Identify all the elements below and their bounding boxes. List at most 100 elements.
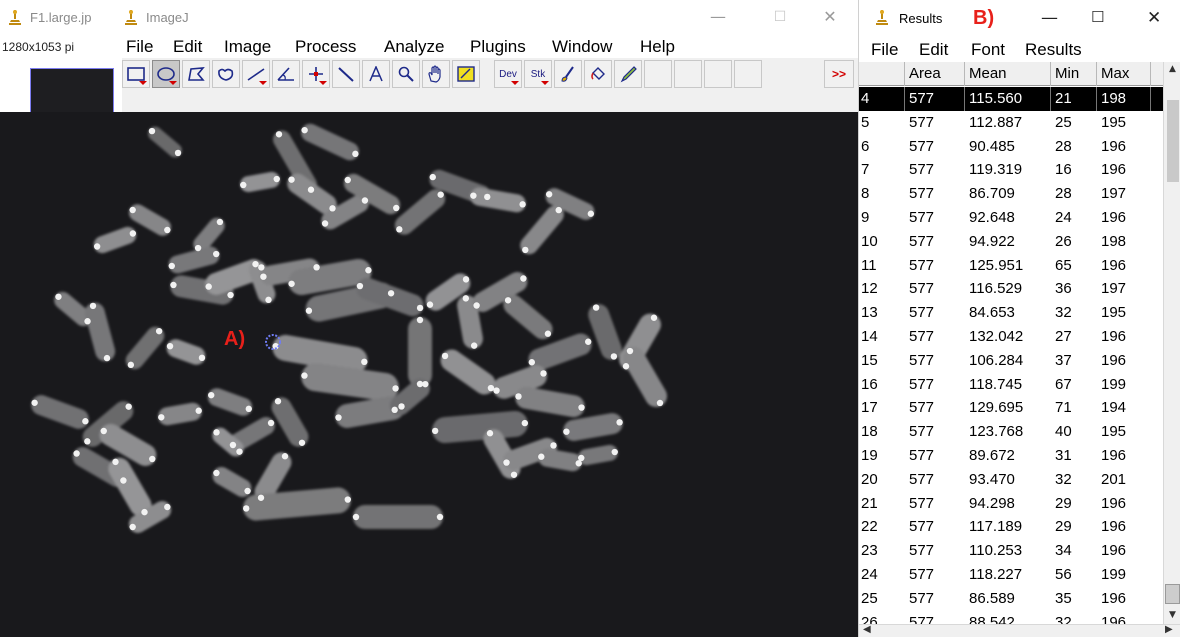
table-row[interactable]: 16 577 118.745 67 199 (859, 373, 1163, 397)
telomere-dot (520, 275, 527, 282)
table-cell: 119.319 (969, 161, 1023, 179)
menu-analyze[interactable]: Analyze (384, 37, 444, 57)
scroll-left-arrow-icon[interactable]: ◀ (863, 624, 871, 635)
results-menu-file[interactable]: File (871, 40, 898, 60)
telomere-dot (149, 455, 156, 463)
results-close-button[interactable]: ✕ (1147, 8, 1161, 28)
empty-tool-slot[interactable] (704, 60, 732, 88)
flood-fill-icon[interactable] (584, 60, 612, 88)
table-row[interactable]: 23 577 110.253 34 196 (859, 539, 1163, 563)
scroll-down-arrow-icon[interactable]: ▼ (1169, 610, 1176, 620)
dev-menu-button[interactable]: Dev (494, 60, 522, 88)
table-row[interactable]: 5 577 112.887 25 195 (859, 111, 1163, 135)
table-row[interactable]: 4 577 115.560 21 198 (859, 87, 1163, 111)
freehand-tool[interactable] (212, 60, 240, 88)
results-vertical-scrollbar[interactable]: ▲ ▼ (1163, 62, 1180, 624)
background-window-titlebar[interactable]: F1.large.jp (0, 0, 122, 36)
column-header-max[interactable]: Max (1097, 62, 1151, 86)
scroll-up-arrow-icon[interactable]: ▲ (1169, 64, 1176, 74)
menu-image[interactable]: Image (224, 37, 271, 57)
menu-plugins[interactable]: Plugins (470, 37, 526, 57)
maximize-button[interactable]: ☐ (764, 6, 796, 28)
minimize-button[interactable]: — (702, 6, 734, 28)
results-window[interactable]: Results B) — ☐ ✕ File Edit Font Results … (858, 0, 1180, 637)
table-row[interactable]: 6 577 90.485 28 196 (859, 135, 1163, 159)
results-menu-font[interactable]: Font (971, 40, 1005, 60)
polygon-tool[interactable] (182, 60, 210, 88)
telomere-dot (555, 206, 562, 214)
table-cell: 86.589 (969, 589, 1015, 607)
table-row[interactable]: 12 577 116.529 36 197 (859, 277, 1163, 301)
table-row[interactable]: 20 577 93.470 32 201 (859, 468, 1163, 492)
pencil-tool-icon[interactable] (614, 60, 642, 88)
results-menu-edit[interactable]: Edit (919, 40, 948, 60)
table-row[interactable]: 21 577 94.298 29 196 (859, 492, 1163, 516)
results-horizontal-scrollbar[interactable]: ◀ ▶ (859, 624, 1180, 637)
menu-edit[interactable]: Edit (173, 37, 202, 57)
chromosome-image-canvas[interactable]: A) (0, 112, 858, 637)
chromosome-shape (578, 444, 618, 466)
color-picker-icon[interactable] (452, 60, 480, 88)
column-header-min[interactable]: Min (1051, 62, 1097, 86)
menu-process[interactable]: Process (295, 37, 356, 57)
table-row[interactable]: 7 577 119.319 16 196 (859, 158, 1163, 182)
results-menu-results[interactable]: Results (1025, 40, 1082, 60)
table-row[interactable]: 26 577 88.542 32 196 (859, 611, 1163, 624)
stk-menu-button[interactable]: Stk (524, 60, 552, 88)
scrollbar-thumb[interactable] (1167, 100, 1179, 182)
table-row[interactable]: 25 577 86.589 35 196 (859, 587, 1163, 611)
results-maximize-button[interactable]: ☐ (1091, 8, 1104, 26)
table-cell: 577 (909, 280, 935, 298)
empty-tool-slot[interactable] (644, 60, 672, 88)
brush-tool-icon[interactable] (554, 60, 582, 88)
table-row[interactable]: 19 577 89.672 31 196 (859, 444, 1163, 468)
telomere-dot (422, 380, 429, 388)
table-row[interactable]: 15 577 106.284 37 196 (859, 349, 1163, 373)
scroll-right-arrow-icon[interactable]: ▶ (1165, 624, 1173, 635)
column-header-mean[interactable]: Mean (965, 62, 1051, 86)
table-row[interactable]: 17 577 129.695 71 194 (859, 396, 1163, 420)
rectangle-tool[interactable] (122, 60, 150, 88)
close-button[interactable]: ✕ (814, 6, 846, 28)
table-cell: 36 (1055, 280, 1072, 298)
menu-help[interactable]: Help (640, 37, 675, 57)
table-cell: 20 (861, 470, 878, 488)
table-cell: 16 (861, 375, 878, 393)
menu-file[interactable]: File (126, 37, 153, 57)
table-cell: 577 (909, 232, 935, 250)
scrollbar-grip[interactable] (1165, 584, 1180, 604)
table-row[interactable]: 8 577 86.709 28 197 (859, 182, 1163, 206)
hand-scroll-icon[interactable] (422, 60, 450, 88)
menu-window[interactable]: Window (552, 37, 612, 57)
magnifier-icon[interactable] (392, 60, 420, 88)
telomere-dot (487, 384, 495, 392)
column-header-index[interactable] (859, 62, 905, 86)
table-cell: 21 (1055, 87, 1097, 111)
chromosome-shape (166, 339, 206, 365)
imagej-main-window[interactable]: ImageJ — ☐ ✕ File Edit Image Process Ana… (122, 0, 858, 112)
table-row[interactable]: 11 577 125.951 65 196 (859, 254, 1163, 278)
results-titlebar[interactable]: Results B) — ☐ ✕ (859, 0, 1180, 38)
table-row[interactable]: 22 577 117.189 29 196 (859, 515, 1163, 539)
table-row[interactable]: 9 577 92.648 24 196 (859, 206, 1163, 230)
empty-tool-slot[interactable] (734, 60, 762, 88)
table-row[interactable]: 13 577 84.653 32 195 (859, 301, 1163, 325)
table-row[interactable]: 10 577 94.922 26 198 (859, 230, 1163, 254)
line-tool[interactable] (242, 60, 270, 88)
more-tools-button[interactable]: >> (824, 60, 854, 88)
table-row[interactable]: 14 577 132.042 27 196 (859, 325, 1163, 349)
telomere-dot (352, 150, 359, 158)
wand-tool[interactable] (332, 60, 360, 88)
chromosome-shape (212, 467, 252, 497)
angle-tool[interactable] (272, 60, 300, 88)
text-tool[interactable] (362, 60, 390, 88)
results-table[interactable]: Area Mean Min Max 4 577 115.560 21 198 5 577 11… (859, 62, 1163, 624)
oval-tool[interactable] (152, 60, 180, 88)
table-row[interactable]: 18 577 123.768 40 195 (859, 420, 1163, 444)
point-tool[interactable] (302, 60, 330, 88)
table-row[interactable]: 24 577 118.227 56 199 (859, 563, 1163, 587)
imagej-titlebar[interactable]: ImageJ — ☐ ✕ (122, 0, 858, 36)
empty-tool-slot[interactable] (674, 60, 702, 88)
results-minimize-button[interactable]: — (1041, 8, 1058, 28)
column-header-area[interactable]: Area (905, 62, 965, 86)
